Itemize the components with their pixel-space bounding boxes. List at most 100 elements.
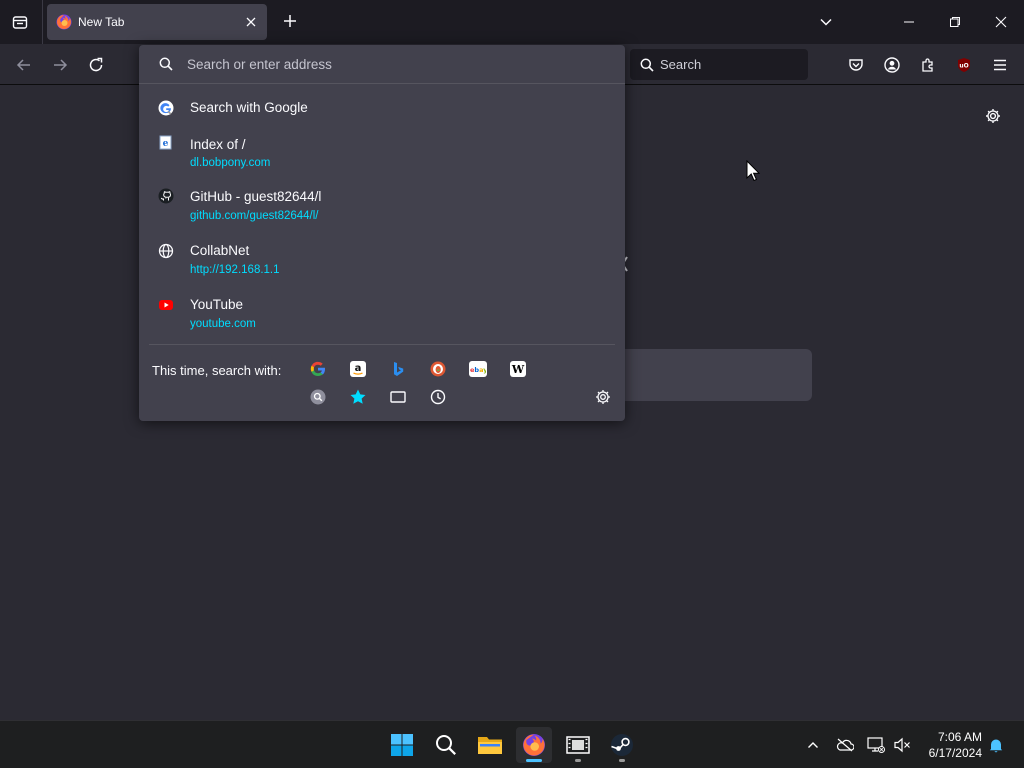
one-off-search-engines-button[interactable] xyxy=(307,386,329,408)
onedrive-offline-icon xyxy=(836,738,854,752)
forward-button[interactable] xyxy=(46,51,74,79)
address-bar[interactable]: Search or enter address xyxy=(139,45,625,84)
pocket-icon xyxy=(849,59,863,71)
newtab-settings-button[interactable] xyxy=(981,104,1005,128)
account-button[interactable] xyxy=(878,51,906,79)
result-collabnet[interactable]: CollabNet http://192.168.1.1 xyxy=(147,238,617,282)
back-button[interactable] xyxy=(10,51,38,79)
puzzle-icon xyxy=(922,58,933,72)
folder-icon xyxy=(478,737,502,754)
result-url: youtube.com xyxy=(190,318,256,330)
firefox-view-button[interactable] xyxy=(6,8,34,36)
chevron-down-icon xyxy=(820,18,832,26)
newtab-search-box[interactable] xyxy=(600,349,812,401)
result-title: CollabNet xyxy=(190,243,250,258)
start-button[interactable] xyxy=(384,727,420,763)
tab-new-tab[interactable]: New Tab xyxy=(47,4,267,40)
one-off-bing-button[interactable] xyxy=(387,358,409,380)
search-bar[interactable]: Search xyxy=(630,49,808,80)
volume-tray-button[interactable] xyxy=(890,733,914,757)
gear-icon xyxy=(986,109,1000,123)
firefox-view-icon xyxy=(12,16,28,29)
account-icon xyxy=(884,57,900,73)
gear-icon xyxy=(596,390,610,404)
duckduckgo-icon xyxy=(430,361,446,377)
address-bar-placeholder: Search or enter address xyxy=(187,56,332,72)
mouse-cursor xyxy=(746,160,760,182)
one-off-ebay-button[interactable]: ebay xyxy=(467,358,489,380)
plus-icon xyxy=(284,15,296,27)
one-off-tabs-button[interactable] xyxy=(387,386,409,408)
minimize-button[interactable] xyxy=(895,8,923,36)
one-off-wikipedia-button[interactable]: W xyxy=(507,358,529,380)
list-all-tabs-button[interactable] xyxy=(812,8,840,36)
tab-strip: New Tab xyxy=(0,0,1024,44)
clock-time: 7:06 AM xyxy=(937,730,982,744)
result-title: GitHub - guest82644/l xyxy=(190,189,322,204)
svg-text:e: e xyxy=(163,139,169,149)
show-hidden-icons-button[interactable] xyxy=(801,733,825,757)
restore-icon xyxy=(950,17,960,27)
one-off-google-button[interactable] xyxy=(307,358,329,380)
active-indicator xyxy=(526,759,542,762)
steam-icon xyxy=(611,734,633,756)
reload-button[interactable] xyxy=(82,51,110,79)
steam-button[interactable] xyxy=(604,727,640,763)
arrow-left-icon xyxy=(16,59,30,71)
file-explorer-button[interactable] xyxy=(472,727,508,763)
tab-separator xyxy=(42,0,43,44)
firefox-icon xyxy=(523,734,545,756)
one-off-label: This time, search with: xyxy=(152,363,282,378)
network-tray-button[interactable] xyxy=(864,733,888,757)
reload-icon xyxy=(89,57,103,72)
tab-close-button[interactable] xyxy=(240,11,262,33)
result-github[interactable]: GitHub - guest82644/l github.com/guest82… xyxy=(147,184,617,228)
cursor-arrow-icon xyxy=(746,160,760,182)
ublock-origin-icon: uO xyxy=(958,58,970,72)
wikipedia-icon: W xyxy=(510,361,526,377)
windows-logo-icon xyxy=(391,734,413,756)
google-icon xyxy=(310,361,325,377)
result-search-with-google[interactable]: Search with Google xyxy=(147,93,617,123)
result-title: YouTube xyxy=(190,297,244,312)
svg-text:uO: uO xyxy=(959,63,968,70)
amazon-icon: a xyxy=(350,361,366,377)
google-g-icon xyxy=(158,100,174,116)
notifications-button[interactable] xyxy=(984,733,1008,757)
github-icon xyxy=(158,188,174,204)
new-tab-button[interactable] xyxy=(278,9,302,33)
speaker-muted-icon xyxy=(894,737,910,753)
result-title: Index of / xyxy=(190,137,246,152)
firefox-favicon-icon xyxy=(56,14,72,30)
pocket-button[interactable] xyxy=(842,51,870,79)
one-off-separator xyxy=(149,344,615,345)
hamburger-menu-icon xyxy=(994,59,1006,71)
close-window-button[interactable] xyxy=(987,8,1015,36)
search-icon xyxy=(159,57,173,71)
history-clock-icon xyxy=(430,389,446,405)
taskbar-search-button[interactable] xyxy=(428,727,464,763)
clock-date: 6/17/2024 xyxy=(928,746,982,760)
one-off-history-button[interactable] xyxy=(427,386,449,408)
taskbar-clock[interactable]: 7:06 AM 6/17/2024 xyxy=(918,729,982,761)
ie-page-icon: e xyxy=(159,135,172,150)
network-disconnected-icon xyxy=(867,737,885,753)
one-off-duckduckgo-button[interactable] xyxy=(427,358,449,380)
result-url: http://192.168.1.1 xyxy=(190,264,280,276)
film-strip-icon xyxy=(566,736,590,754)
app-menu-button[interactable] xyxy=(986,51,1014,79)
ublock-origin-button[interactable]: uO xyxy=(950,51,978,79)
extensions-button[interactable] xyxy=(914,51,942,79)
media-app-button[interactable] xyxy=(560,727,596,763)
chevron-up-icon xyxy=(808,742,818,748)
onedrive-tray-button[interactable] xyxy=(833,733,857,757)
search-settings-button[interactable] xyxy=(592,386,614,408)
one-off-amazon-button[interactable]: a xyxy=(347,358,369,380)
tab-title: New Tab xyxy=(78,15,125,29)
result-index-of[interactable]: e Index of / dl.bobpony.com xyxy=(147,131,617,175)
result-youtube[interactable]: YouTube youtube.com xyxy=(147,292,617,336)
restore-button[interactable] xyxy=(941,8,969,36)
firefox-taskbar-button[interactable] xyxy=(516,727,552,763)
one-off-bookmarks-button[interactable] xyxy=(347,386,369,408)
minimize-icon xyxy=(904,21,914,23)
